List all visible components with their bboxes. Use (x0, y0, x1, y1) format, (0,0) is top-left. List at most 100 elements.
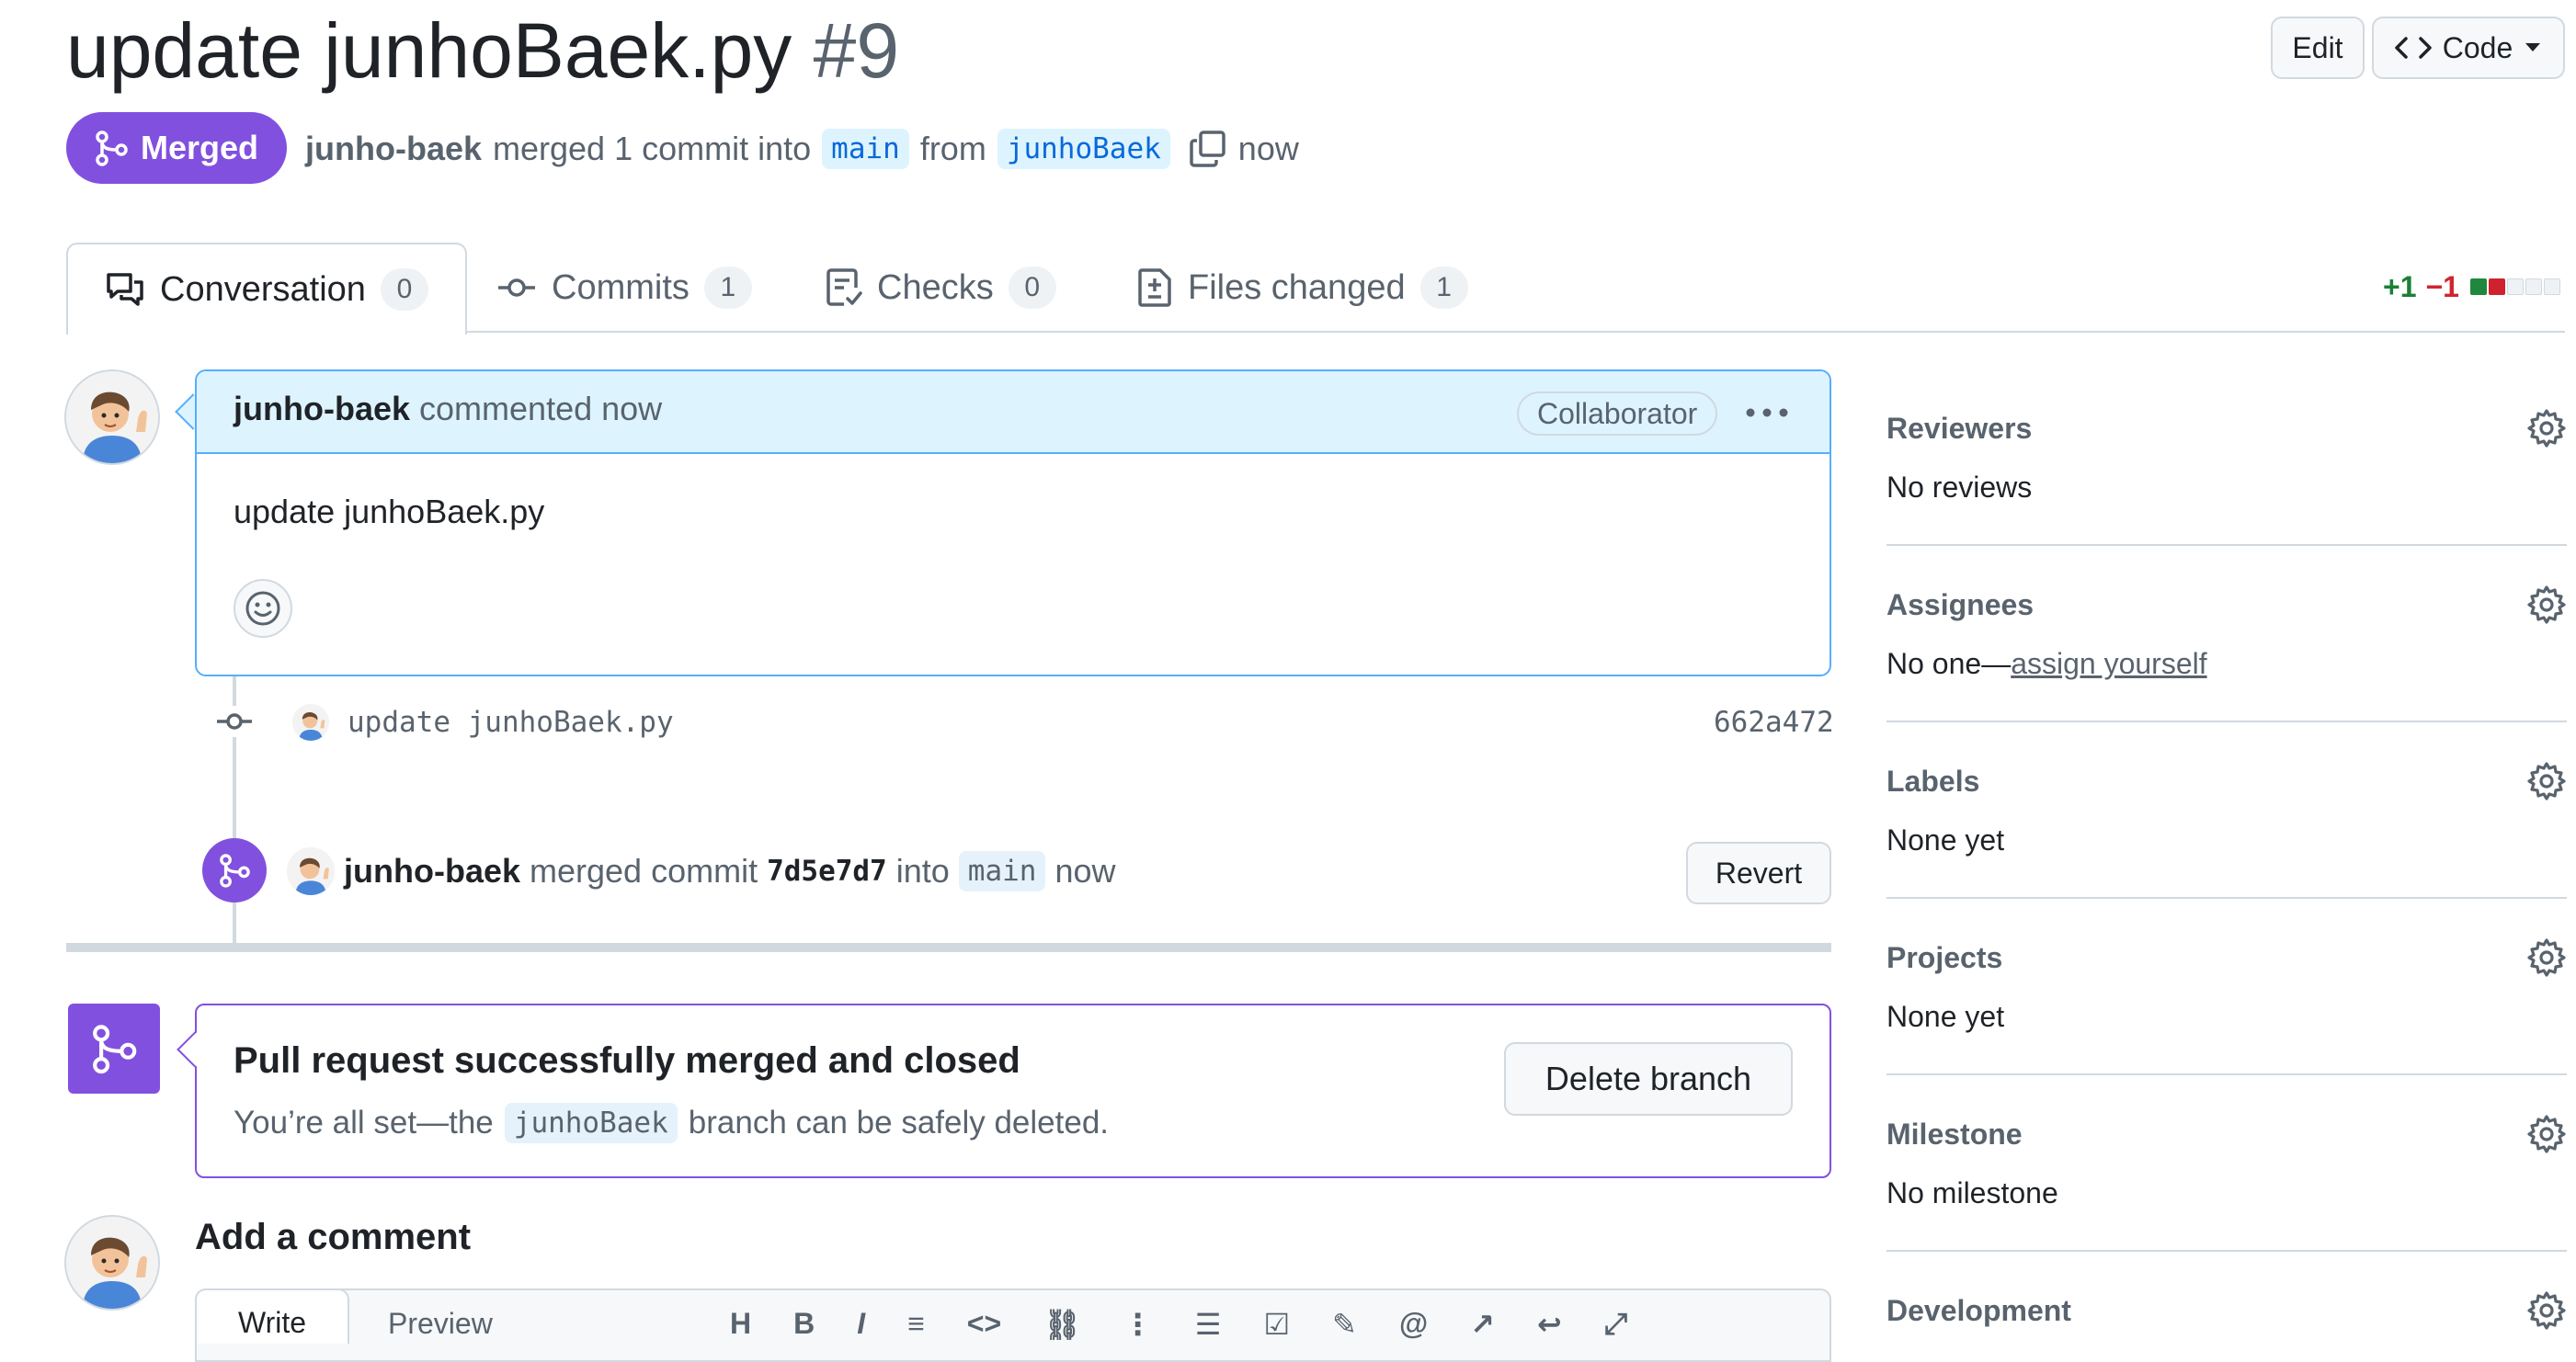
markdown-toolbar: H B I ≡ <> ⛓ ⋮ ☰ ☑ ✎ @ ↗ ↩ ⤢ (730, 1307, 1627, 1342)
bold-icon[interactable]: B (793, 1307, 815, 1342)
tab-files-changed[interactable]: Files changed 1 (1136, 243, 1468, 333)
expand-icon[interactable]: ⤢ (1604, 1307, 1628, 1342)
pr-author-link[interactable]: junho-baek (305, 130, 482, 168)
attach-icon[interactable]: ✎ (1332, 1307, 1357, 1342)
link-icon[interactable]: ⛓ (1043, 1307, 1081, 1342)
merged-state-badge: Merged (66, 112, 287, 184)
sidebar-divider (1886, 897, 2567, 899)
quote-icon[interactable]: ≡ (907, 1307, 925, 1342)
diffstat-bars (2468, 278, 2560, 295)
sidebar-divider (1886, 1073, 2567, 1075)
assignees-prefix: No one— (1886, 647, 2012, 680)
projects-value: None yet (1886, 1000, 2005, 1033)
checklist-icon (826, 268, 862, 306)
git-merge-icon (96, 131, 128, 166)
milestone-heading[interactable]: Milestone (1886, 1118, 2023, 1152)
unordered-list-icon[interactable]: ☰ (1195, 1307, 1222, 1342)
page-title: update junhoBaek.py #9 (66, 0, 899, 101)
merge-author-link[interactable]: junho-baek (344, 852, 520, 891)
reference-icon[interactable]: ↗ (1470, 1307, 1495, 1342)
pr-meta-line: junho-baek merged 1 commit into main fro… (305, 121, 1299, 176)
pr-action-text: merged 1 commit into (493, 130, 812, 167)
gear-icon[interactable] (2526, 1290, 2567, 1331)
edit-button[interactable]: Edit (2271, 17, 2365, 79)
labels-heading[interactable]: Labels (1886, 765, 1979, 799)
add-comment-heading: Add a comment (195, 1217, 472, 1257)
undo-icon[interactable]: ↩ (1537, 1307, 1562, 1342)
assign-yourself-link[interactable]: assign yourself (2011, 647, 2206, 680)
pr-number: #9 (813, 7, 900, 94)
gear-icon[interactable] (2526, 761, 2567, 801)
sidebar-divider (1886, 544, 2567, 546)
italic-icon[interactable]: I (857, 1307, 865, 1342)
revert-button-label: Revert (1715, 856, 1803, 890)
pr-title: update junhoBaek.py (66, 7, 792, 94)
tab-commits-label: Commits (552, 267, 690, 307)
file-diff-icon (1138, 268, 1171, 307)
merge-author-avatar[interactable] (287, 847, 335, 895)
delete-branch-label: Delete branch (1544, 1060, 1752, 1097)
merge-time: now (1054, 852, 1116, 890)
comment-author-avatar[interactable] (64, 369, 160, 465)
comment-author-link[interactable]: junho-baek (234, 390, 410, 427)
merge-event-badge (202, 838, 267, 902)
assignees-heading[interactable]: Assignees (1886, 588, 2034, 622)
memoji-avatar-small-icon (292, 704, 329, 741)
merged-status-text-before: You’re all set—the (234, 1105, 494, 1141)
code-icon[interactable]: <> (967, 1307, 1001, 1342)
tab-preview[interactable]: Preview (388, 1307, 493, 1341)
development-heading[interactable]: Development (1886, 1294, 2071, 1328)
tab-write-label: Write (237, 1306, 307, 1339)
task-list-icon[interactable]: ☑ (1263, 1307, 1290, 1342)
current-user-avatar[interactable] (64, 1215, 160, 1311)
tab-conversation-count: 0 (380, 268, 428, 311)
deletable-branch-chip[interactable]: junhoBaek (504, 1103, 678, 1143)
tab-conversation[interactable]: Conversation 0 (66, 243, 467, 335)
gear-icon[interactable] (2526, 1114, 2567, 1154)
tab-write[interactable]: Write (195, 1288, 349, 1344)
tab-checks[interactable]: Checks 0 (826, 243, 1056, 333)
projects-heading[interactable]: Projects (1886, 941, 2002, 975)
commit-icon (215, 706, 254, 737)
gear-icon[interactable] (2526, 937, 2567, 978)
gear-icon[interactable] (2526, 585, 2567, 625)
code-button[interactable]: Code (2372, 17, 2565, 79)
tab-checks-label: Checks (877, 267, 994, 307)
labels-value: None yet (1886, 823, 2005, 857)
merge-sha-link[interactable]: 7d5e7d7 (767, 855, 887, 888)
sidebar-divider (1886, 721, 2567, 722)
commit-icon (498, 278, 535, 297)
tab-commits[interactable]: Commits 1 (496, 243, 752, 333)
smiley-icon (245, 591, 280, 626)
diffstat-additions: +1 (2383, 269, 2417, 303)
reviewers-value: No reviews (1886, 471, 2033, 504)
merged-status-text-after: branch can be safely deleted. (688, 1105, 1110, 1141)
tab-commits-count: 1 (703, 267, 752, 309)
git-merge-icon (93, 1025, 137, 1074)
memoji-avatar-icon (66, 371, 158, 463)
git-merge-icon (220, 854, 250, 888)
tab-checks-count: 0 (1008, 267, 1056, 309)
head-branch-chip[interactable]: junhoBaek (997, 129, 1170, 169)
revert-button[interactable]: Revert (1686, 842, 1831, 904)
commit-message-link[interactable]: update junhoBaek.py (348, 704, 674, 741)
kebab-horizontal-icon[interactable] (1745, 406, 1789, 419)
milestone-value: No milestone (1886, 1176, 2058, 1209)
gear-icon[interactable] (2526, 408, 2567, 448)
code-button-label: Code (2442, 30, 2513, 64)
mention-icon[interactable]: @ (1399, 1307, 1428, 1342)
heading-icon[interactable]: H (730, 1307, 751, 1342)
copy-icon[interactable] (1189, 130, 1227, 168)
merged-status-box: Pull request successfully merged and clo… (195, 1004, 1831, 1178)
delete-branch-button[interactable]: Delete branch (1504, 1042, 1793, 1116)
ordered-list-icon[interactable]: ⋮ (1123, 1307, 1153, 1342)
base-branch-chip[interactable]: main (822, 129, 909, 169)
commit-author-avatar[interactable] (292, 704, 329, 741)
commit-sha-link[interactable]: 662a472 (1714, 704, 1834, 741)
add-reaction-button[interactable] (234, 579, 292, 638)
merged-status-title: Pull request successfully merged and clo… (234, 1040, 1020, 1081)
timeline-divider (66, 943, 1831, 952)
tab-files-changed-label: Files changed (1188, 267, 1406, 307)
merge-branch-chip[interactable]: main (958, 851, 1046, 891)
reviewers-heading[interactable]: Reviewers (1886, 412, 2032, 446)
